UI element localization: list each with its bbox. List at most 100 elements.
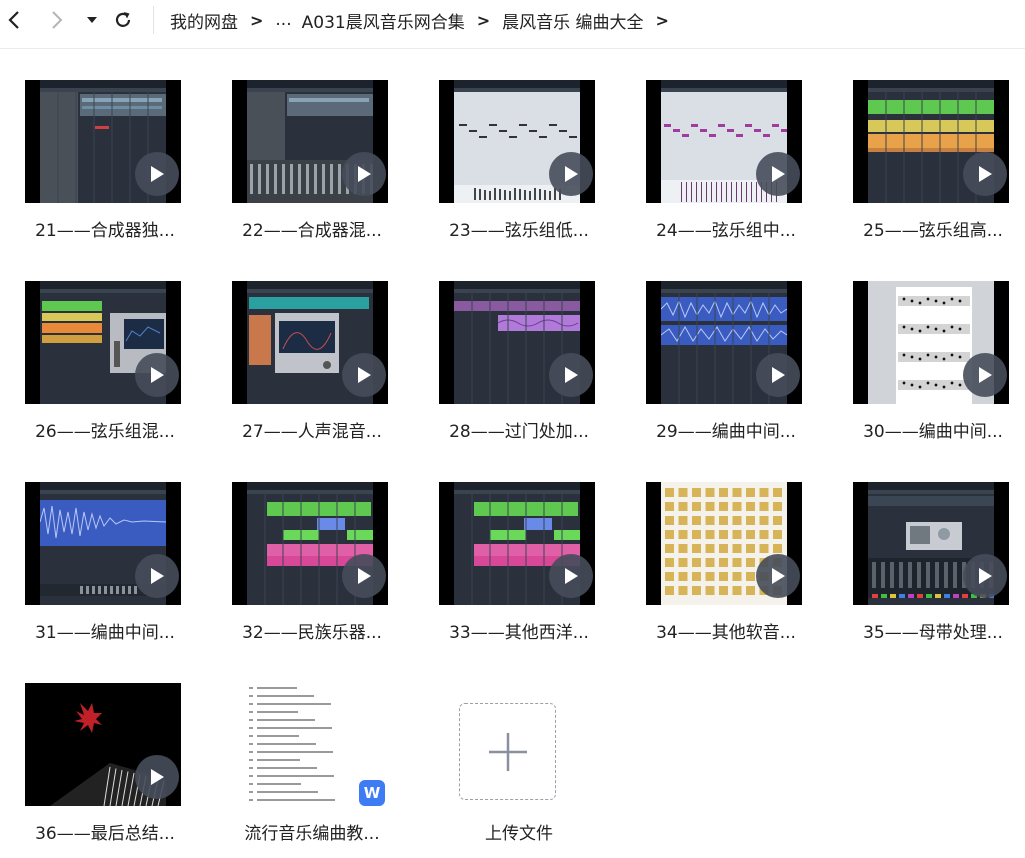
play-triangle-icon <box>979 367 992 383</box>
video-file-item[interactable]: 28——过门处加... <box>424 281 614 456</box>
video-thumbnail[interactable] <box>853 482 1009 605</box>
video-file-item[interactable]: 25——弦乐组高... <box>838 80 1025 255</box>
breadcrumb-separator: > <box>476 10 491 30</box>
document-thumbnail[interactable]: W <box>239 683 385 806</box>
play-triangle-icon <box>772 367 785 383</box>
breadcrumb-item-current[interactable]: 晨风音乐 编曲大全 <box>502 8 643 33</box>
file-name[interactable]: 27——人声混音... <box>217 417 407 442</box>
play-triangle-icon <box>772 166 785 182</box>
play-button[interactable] <box>135 152 179 196</box>
play-button[interactable] <box>549 152 593 196</box>
file-name[interactable]: 31——编曲中间... <box>10 618 200 643</box>
file-name[interactable]: 25——弦乐组高... <box>838 216 1025 241</box>
play-button[interactable] <box>549 353 593 397</box>
video-thumbnail[interactable] <box>439 281 595 404</box>
file-name[interactable]: 22——合成器混... <box>217 216 407 241</box>
caret-down-icon <box>87 17 97 23</box>
file-name[interactable]: 34——其他软音... <box>631 618 821 643</box>
video-thumbnail[interactable] <box>646 281 802 404</box>
play-button[interactable] <box>963 353 1007 397</box>
video-file-item[interactable]: 27——人声混音... <box>217 281 407 456</box>
video-file-item[interactable]: 22——合成器混... <box>217 80 407 255</box>
file-name[interactable]: 29——编曲中间... <box>631 417 821 442</box>
play-button[interactable] <box>342 353 386 397</box>
video-thumbnail[interactable] <box>232 281 388 404</box>
file-name[interactable]: 23——弦乐组低... <box>424 216 614 241</box>
video-thumbnail[interactable] <box>439 482 595 605</box>
file-name[interactable]: 33——其他西洋... <box>424 618 614 643</box>
document-file-item[interactable]: W 流行音乐编曲教... <box>217 683 407 858</box>
toolbar-divider <box>153 6 154 34</box>
play-triangle-icon <box>358 166 371 182</box>
video-thumbnail[interactable] <box>25 683 181 806</box>
video-thumbnail[interactable] <box>25 482 181 605</box>
file-name[interactable]: 26——弦乐组混... <box>10 417 200 442</box>
file-name[interactable]: 35——母带处理... <box>838 618 1025 643</box>
upload-file-item[interactable]: 上传文件 <box>424 683 614 858</box>
video-file-item[interactable]: 33——其他西洋... <box>424 482 614 657</box>
history-dropdown-button[interactable] <box>78 6 106 34</box>
video-thumbnail[interactable] <box>646 482 802 605</box>
wps-writer-icon: W <box>359 780 385 806</box>
play-triangle-icon <box>979 166 992 182</box>
video-file-item[interactable]: 34——其他软音... <box>631 482 821 657</box>
upload-button[interactable] <box>459 703 556 800</box>
file-name[interactable]: 36——最后总结... <box>10 819 200 844</box>
video-thumbnail[interactable] <box>646 80 802 203</box>
back-button[interactable] <box>0 6 28 34</box>
video-thumbnail[interactable] <box>853 281 1009 404</box>
video-file-item[interactable]: 21——合成器独... <box>10 80 200 255</box>
video-file-item[interactable]: 23——弦乐组低... <box>424 80 614 255</box>
video-thumbnail[interactable] <box>232 482 388 605</box>
chevron-right-icon <box>52 11 63 29</box>
play-triangle-icon <box>565 568 578 584</box>
play-button[interactable] <box>549 554 593 598</box>
play-button[interactable] <box>342 152 386 196</box>
breadcrumb-item-root[interactable]: 我的网盘 <box>170 8 238 33</box>
breadcrumb-item-ellipsis[interactable]: ... <box>275 10 291 30</box>
play-triangle-icon <box>151 769 164 785</box>
play-button[interactable] <box>342 554 386 598</box>
video-file-item[interactable]: 36——最后总结... <box>10 683 200 858</box>
play-button[interactable] <box>135 554 179 598</box>
video-file-item[interactable]: 26——弦乐组混... <box>10 281 200 456</box>
video-file-item[interactable]: 30——编曲中间... <box>838 281 1025 456</box>
breadcrumb-separator: > <box>250 10 264 30</box>
play-button[interactable] <box>963 152 1007 196</box>
video-thumbnail[interactable] <box>232 80 388 203</box>
video-file-item[interactable]: 29——编曲中间... <box>631 281 821 456</box>
video-thumbnail[interactable] <box>853 80 1009 203</box>
file-name[interactable]: 21——合成器独... <box>10 216 200 241</box>
upload-label[interactable]: 上传文件 <box>424 819 614 844</box>
play-button[interactable] <box>963 554 1007 598</box>
video-file-item[interactable]: 35——母带处理... <box>838 482 1025 657</box>
play-button[interactable] <box>135 353 179 397</box>
file-name[interactable]: 30——编曲中间... <box>838 417 1025 442</box>
play-button[interactable] <box>756 152 800 196</box>
play-triangle-icon <box>151 568 164 584</box>
refresh-button[interactable] <box>109 6 137 34</box>
file-name[interactable]: 28——过门处加... <box>424 417 614 442</box>
video-thumbnail[interactable] <box>25 281 181 404</box>
play-triangle-icon <box>151 367 164 383</box>
video-file-item[interactable]: 24——弦乐组中... <box>631 80 821 255</box>
top-toolbar: 我的网盘 > ... A031晨风音乐网合集 > 晨风音乐 编曲大全 > <box>0 0 1025 49</box>
file-name[interactable]: 32——民族乐器... <box>217 618 407 643</box>
chevron-left-icon <box>8 11 19 29</box>
play-button[interactable] <box>135 755 179 799</box>
play-triangle-icon <box>772 568 785 584</box>
file-name[interactable]: 24——弦乐组中... <box>631 216 821 241</box>
video-file-item[interactable]: 31——编曲中间... <box>10 482 200 657</box>
play-button[interactable] <box>756 353 800 397</box>
play-button[interactable] <box>756 554 800 598</box>
refresh-icon <box>115 12 131 27</box>
breadcrumb-item-collection[interactable]: A031晨风音乐网合集 <box>302 8 465 33</box>
forward-button[interactable] <box>43 6 71 34</box>
video-file-item[interactable]: 32——民族乐器... <box>217 482 407 657</box>
file-name[interactable]: 流行音乐编曲教... <box>217 819 407 844</box>
video-thumbnail[interactable] <box>439 80 595 203</box>
video-thumbnail[interactable] <box>25 80 181 203</box>
play-triangle-icon <box>358 367 371 383</box>
play-triangle-icon <box>979 568 992 584</box>
breadcrumb-separator: > <box>655 10 669 30</box>
